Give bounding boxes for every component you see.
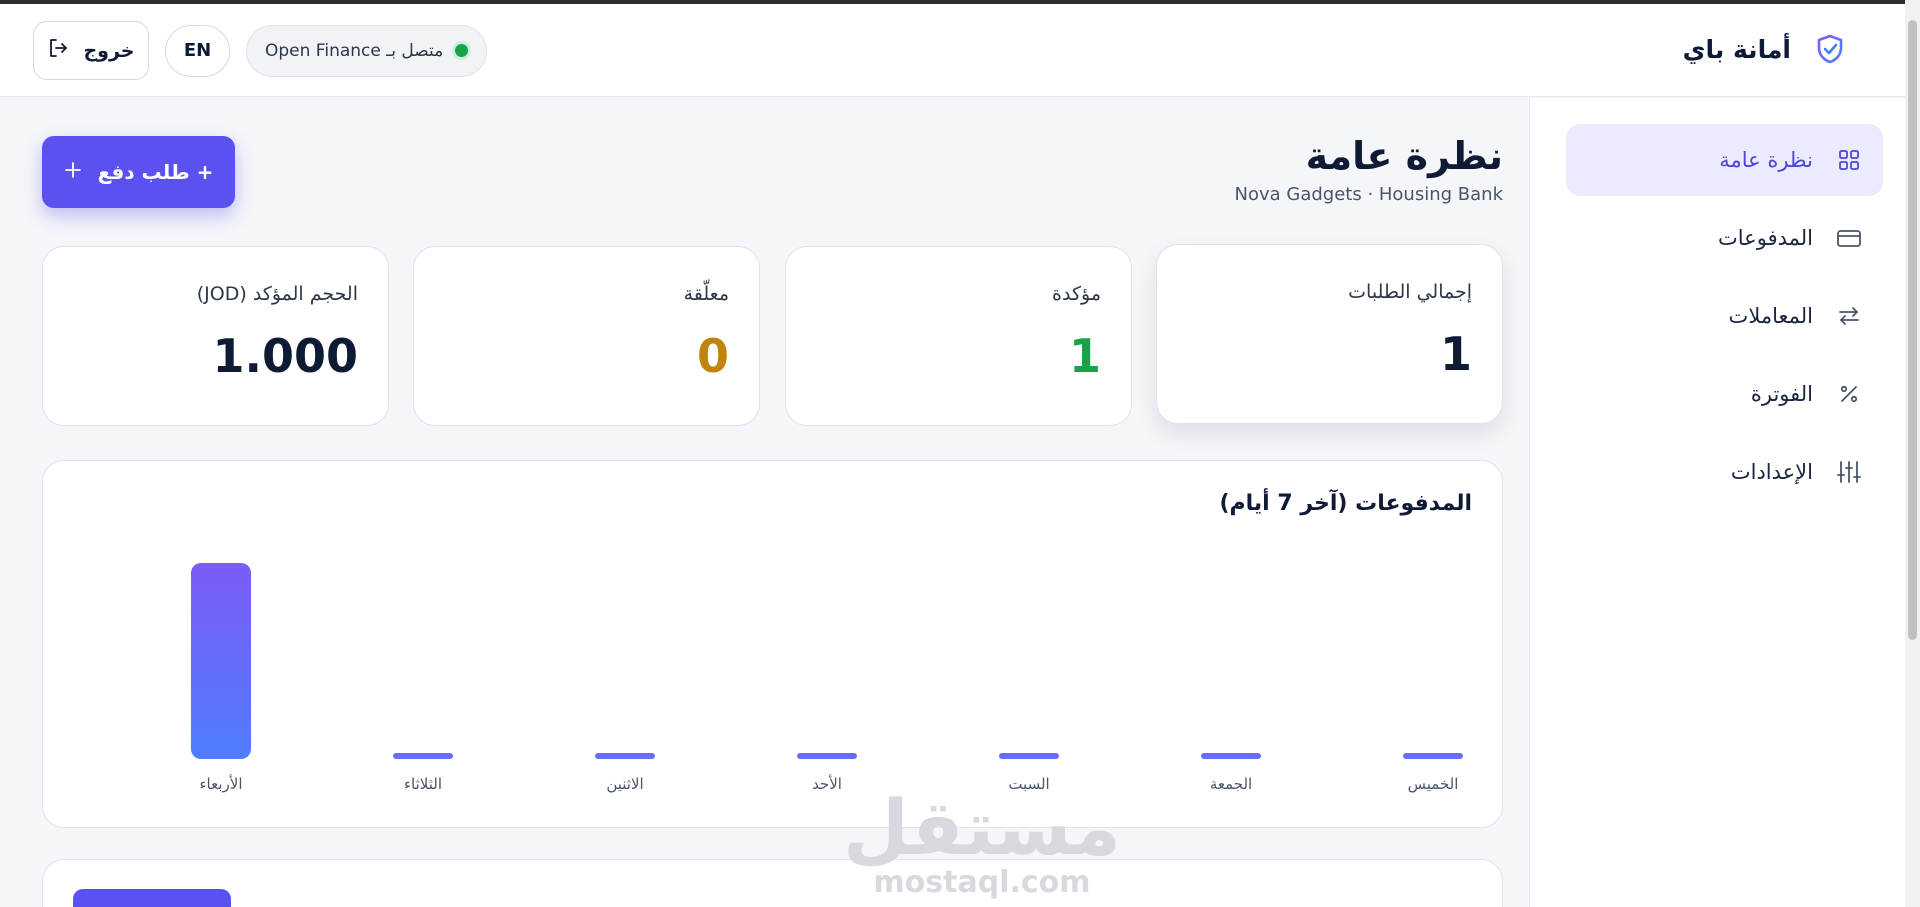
stat-value: 1.000	[212, 329, 358, 383]
chart-x-tick-label: الثلاثاء	[404, 775, 442, 793]
chart-bar	[1403, 753, 1463, 759]
stats-row: الحجم المؤكد (JOD) 1.000 معلّقة 0 مؤكدة …	[42, 244, 1503, 426]
connection-status-badge: متصل بـ Open Finance	[246, 24, 488, 77]
language-toggle-button[interactable]: EN	[165, 24, 230, 77]
plus-icon	[64, 160, 82, 184]
chart-x-tick-label: الأربعاء	[199, 774, 242, 793]
sidebar-item-label: نظرة عامة	[1719, 148, 1813, 172]
payments-bar-chart: الخميسالجمعةالسبتالأحدالاثنينالثلاثاءالأ…	[191, 563, 1463, 793]
stat-label: إجمالي الطلبات	[1348, 281, 1472, 303]
watermark-latin: mostaql.com	[873, 865, 1091, 900]
chart-bar	[797, 753, 857, 759]
top-header: أمانة باي خروج EN متصل بـ Open Finance	[0, 4, 1905, 97]
sidebar-item-label: المعاملات	[1728, 304, 1813, 328]
sidebar-item-settings[interactable]: الإعدادات	[1566, 436, 1883, 508]
sidebar-item-transactions[interactable]: المعاملات	[1566, 280, 1883, 352]
page-scrollbar[interactable]	[1905, 0, 1920, 907]
new-payment-request-button[interactable]: + طلب دفع	[42, 136, 235, 208]
stat-card-pending: معلّقة 0	[413, 246, 760, 426]
sidebar-item-billing[interactable]: الفوترة	[1566, 358, 1883, 430]
chart-bar	[191, 563, 251, 759]
stat-label: مؤكدة	[1052, 283, 1101, 305]
chart-bar	[999, 753, 1059, 759]
main-content: نظرة عامة Nova Gadgets · Housing Bank + …	[42, 98, 1503, 907]
chart-x-tick-label: الجمعة	[1210, 775, 1252, 793]
stat-value: 1	[1439, 327, 1472, 381]
page-title: نظرة عامة	[1305, 134, 1503, 178]
chart-bar	[595, 753, 655, 759]
brand[interactable]: أمانة باي	[1683, 32, 1847, 66]
shield-check-icon	[1813, 32, 1847, 66]
logout-icon	[47, 37, 69, 64]
sidebar-item-label: الإعدادات	[1730, 460, 1813, 484]
watermark-arabic: مستقل	[843, 783, 1121, 872]
sidebar-item-payments[interactable]: المدفوعات	[1566, 202, 1883, 274]
stat-card-confirmed: مؤكدة 1	[785, 246, 1132, 426]
connection-status-text: متصل بـ Open Finance	[265, 40, 444, 61]
stat-value: 0	[696, 329, 729, 383]
stat-label: الحجم المؤكد (JOD)	[196, 283, 358, 305]
chart-x-tick-label: الاثنين	[606, 775, 643, 793]
percent-icon	[1835, 380, 1863, 408]
secondary-card-button[interactable]	[73, 889, 231, 907]
logout-label: خروج	[83, 39, 135, 62]
sidebar: نظرة عامة المدفوعات المعاملات الفوترة ال…	[1529, 98, 1905, 907]
brand-name: أمانة باي	[1682, 34, 1791, 64]
sidebar-nav: نظرة عامة المدفوعات المعاملات الفوترة ال…	[1566, 124, 1883, 514]
transfer-arrows-icon	[1835, 302, 1863, 330]
watermark: مستقل mostaql.com	[843, 790, 1121, 900]
stat-card-confirmed-volume: الحجم المؤكد (JOD) 1.000	[42, 246, 389, 426]
sidebar-item-label: الفوترة	[1750, 382, 1813, 406]
credit-card-icon	[1835, 224, 1863, 252]
stat-value: 1	[1068, 329, 1101, 383]
payments-chart-card: المدفوعات (آخر 7 أيام) الخميس الجمعة السبت…	[42, 460, 1503, 828]
sidebar-item-overview[interactable]: نظرة عامة	[1566, 124, 1883, 196]
page-subtitle: Nova Gadgets · Housing Bank	[1234, 184, 1504, 205]
scrollbar-thumb[interactable]	[1908, 20, 1917, 640]
sidebar-item-label: المدفوعات	[1718, 226, 1813, 250]
chart-bar	[393, 753, 453, 759]
stat-label: معلّقة	[683, 283, 729, 305]
logout-button[interactable]: خروج	[33, 21, 149, 80]
new-payment-request-label: + طلب دفع	[97, 160, 214, 184]
status-dot-icon	[455, 44, 469, 57]
sliders-icon	[1835, 458, 1863, 486]
chart-bar	[1201, 753, 1261, 759]
secondary-card	[42, 859, 1503, 907]
chart-x-tick-label: الأحد	[812, 774, 842, 793]
stat-card-total-requests: إجمالي الطلبات 1	[1156, 244, 1503, 424]
chart-x-tick-label: الخميس	[1408, 775, 1459, 793]
grid-icon	[1835, 146, 1863, 174]
